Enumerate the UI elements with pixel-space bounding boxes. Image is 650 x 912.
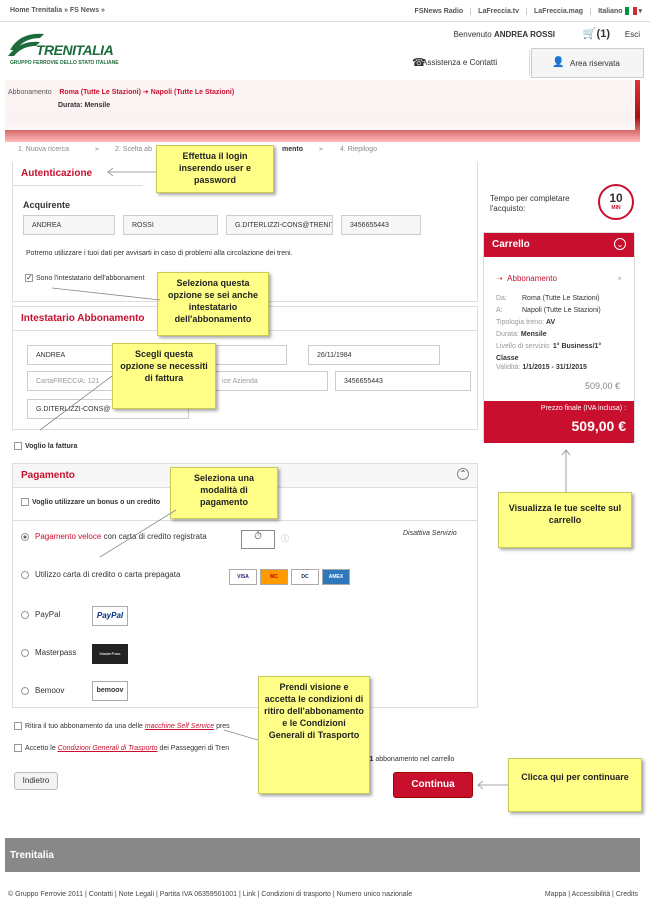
annotation-arrows	[39, 167, 571, 790]
footer-links[interactable]: © Gruppo Ferrovie 2011 | Contatti | Note…	[8, 891, 412, 898]
footer-right-links[interactable]: Mappa | Accessibilità | Credits	[545, 891, 638, 898]
footer-bar: Trenitalia	[5, 838, 640, 872]
